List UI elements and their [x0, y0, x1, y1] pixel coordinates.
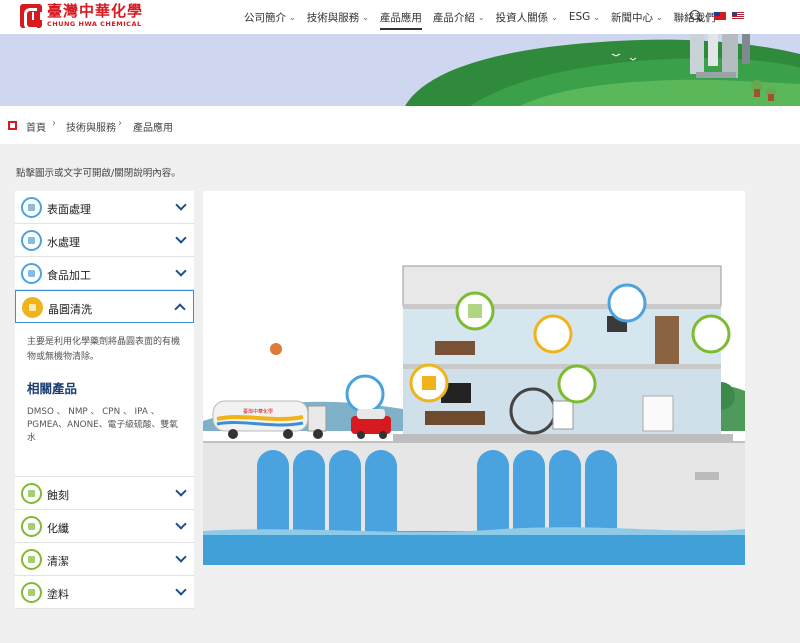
chemical-fiber-icon	[21, 516, 42, 537]
truck-logo-text: 臺灣中華化學	[243, 408, 273, 415]
etching-icon	[21, 483, 42, 504]
taiwan-flag-icon[interactable]	[714, 12, 726, 20]
chevron-down-icon: ⌄	[362, 12, 369, 22]
accordion-item-etching[interactable]: 蝕刻	[15, 477, 194, 510]
banner-illustration	[0, 34, 800, 106]
chevron-down-icon	[175, 485, 187, 497]
chevron-down-icon	[175, 265, 187, 277]
breadcrumb-current: 產品應用	[133, 123, 173, 134]
wafer-cleaning-icon	[22, 297, 43, 318]
chevron-down-icon	[175, 232, 187, 244]
application-accordion: 表面處理 水處理 食品加工 晶圓清洗 主要是利用化學藥劑將晶圓表面的有機物或無機…	[15, 191, 194, 609]
chevron-up-icon	[174, 303, 186, 315]
nav-applications[interactable]: 產品應用	[379, 0, 422, 34]
hero-banner	[0, 34, 800, 106]
chevron-down-icon	[175, 584, 187, 596]
logo-name-en: CHUNG HWA CHEMICAL	[47, 20, 142, 29]
related-products-heading: 相關產品	[27, 381, 78, 396]
chevron-down-icon	[175, 551, 187, 563]
application-illustration: 臺灣中華化學	[203, 191, 745, 565]
accordion-item-food-processing[interactable]: 食品加工	[15, 257, 194, 290]
company-logo[interactable]: 臺灣中華化學 CHUNG HWA CHEMICAL	[20, 2, 144, 30]
accordion-item-surface-treatment[interactable]: 表面處理	[15, 191, 194, 224]
related-products-list: DMSO 、 NMP 、 CPN 、 IPA 、 PGMEA、ANONE、電子級…	[27, 407, 178, 443]
breadcrumb-separator: ›	[52, 118, 56, 129]
breadcrumb: 首頁 › 技術與服務 › 產品應用	[0, 106, 800, 144]
paint-icon	[21, 582, 42, 603]
accordion-item-cleaning[interactable]: 清潔	[15, 543, 194, 576]
breadcrumb-separator: ›	[118, 118, 122, 129]
nav-technology[interactable]: 技術與服務 ⌄	[307, 0, 369, 34]
chevron-down-icon: ⌄	[655, 12, 663, 22]
instruction-text: 點擊圖示或文字可開啟/關閉說明內容。	[16, 168, 181, 179]
breadcrumb-home[interactable]: 首頁	[26, 119, 46, 134]
nav-news[interactable]: 新聞中心 ⌄	[611, 0, 663, 34]
breadcrumb-technology[interactable]: 技術與服務	[66, 119, 116, 134]
nav-investors[interactable]: 投資人關係 ⌄	[496, 0, 558, 34]
site-header: 臺灣中華化學 CHUNG HWA CHEMICAL 公司簡介 ⌄ 技術與服務 ⌄ 產…	[0, 0, 800, 34]
main-nav: 公司簡介 ⌄ 技術與服務 ⌄ 產品應用 產品介紹 ⌄ 投資人關係 ⌄ ESG ⌄ 新聞中心…	[244, 0, 727, 34]
nav-products[interactable]: 產品介紹 ⌄	[433, 0, 485, 34]
us-flag-icon[interactable]	[732, 12, 744, 20]
chevron-down-icon: ⌄	[477, 12, 485, 22]
chevron-down-icon	[175, 518, 187, 530]
search-icon[interactable]	[690, 10, 700, 20]
accordion-item-wafer-cleaning[interactable]: 晶圓清洗	[15, 290, 194, 323]
water-treatment-icon	[21, 230, 42, 251]
accordion-panel-wafer-cleaning: 主要是利用化學藥劑將晶圓表面的有機物或無機物清除。 相關產品 DMSO 、 NM…	[15, 323, 194, 477]
accordion-item-water-treatment[interactable]: 水處理	[15, 224, 194, 257]
food-processing-icon	[21, 263, 42, 284]
chevron-down-icon: ⌄	[289, 12, 296, 22]
accordion-item-paint[interactable]: 塗料	[15, 576, 194, 609]
chevron-down-icon: ⌄	[593, 12, 600, 22]
panel-description: 主要是利用化學藥劑將晶圓表面的有機物或無機物清除。	[27, 337, 181, 362]
chevron-down-icon: ⌄	[551, 12, 558, 22]
chevron-down-icon	[175, 199, 187, 211]
house-cutaway-illustration: 臺灣中華化學	[203, 191, 745, 565]
logo-mark-icon	[20, 4, 42, 30]
nav-about[interactable]: 公司簡介 ⌄	[244, 0, 296, 34]
nav-esg[interactable]: ESG ⌄	[569, 0, 600, 34]
home-icon[interactable]	[8, 121, 17, 130]
surface-treatment-icon	[21, 197, 42, 218]
cleaning-spray-icon	[21, 549, 42, 570]
logo-name-cn: 臺灣中華化學	[47, 2, 144, 21]
accordion-item-chemical-fiber[interactable]: 化纖	[15, 510, 194, 543]
